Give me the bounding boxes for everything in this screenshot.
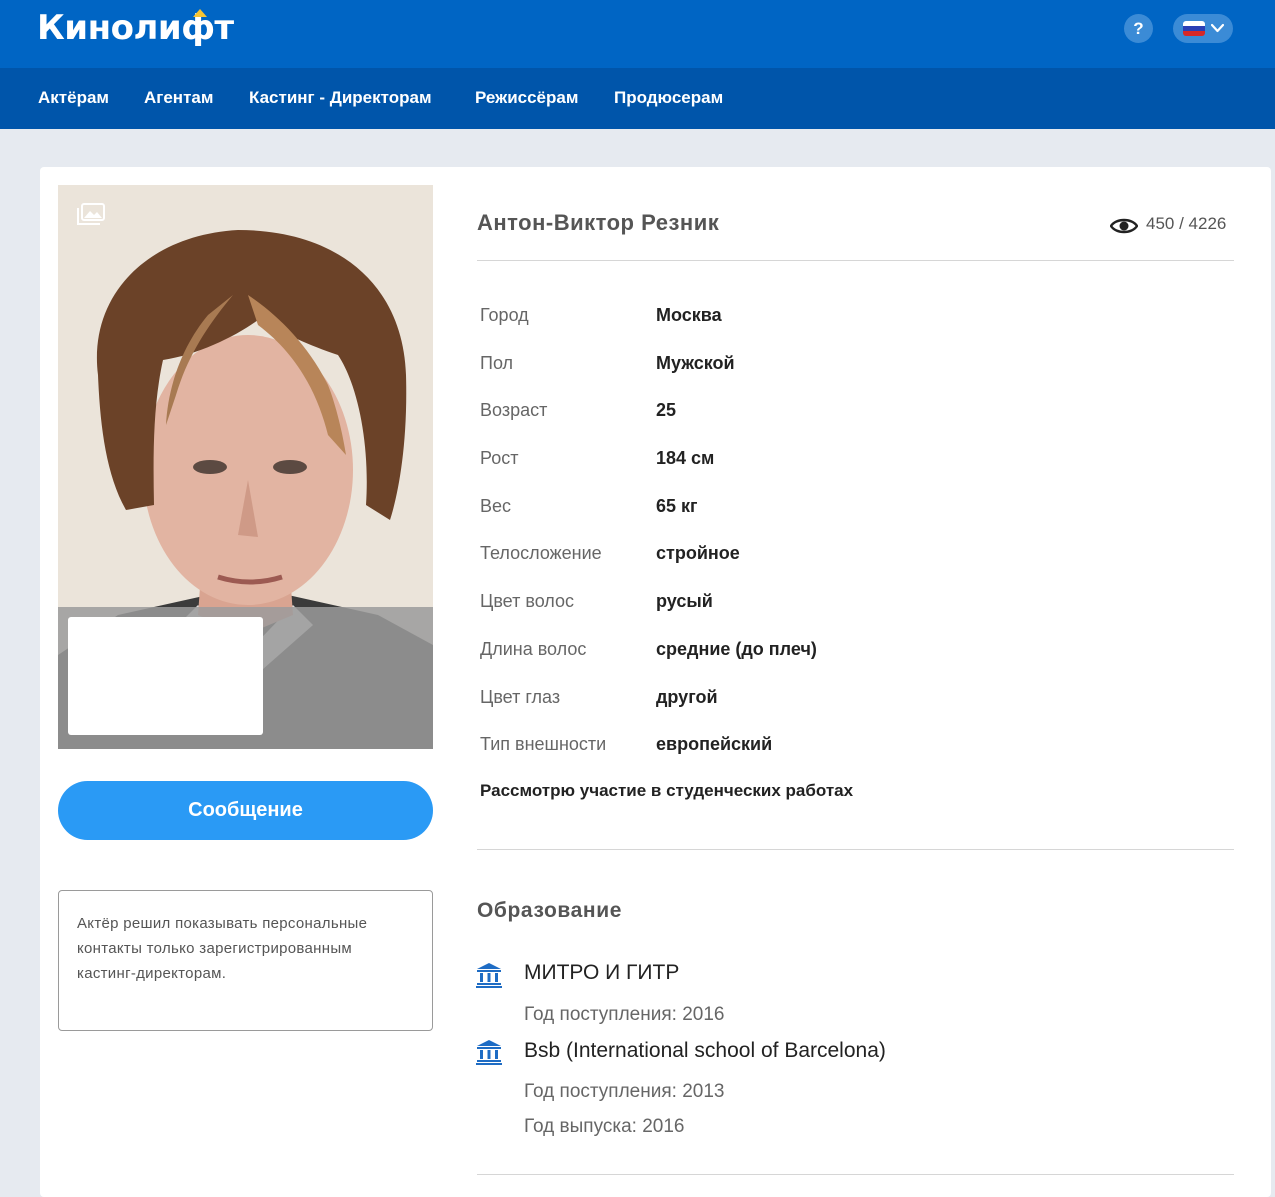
divider [477, 1174, 1234, 1175]
chevron-down-icon [1211, 23, 1224, 33]
logo-accent-icon [193, 9, 207, 17]
message-button[interactable]: Сообщение [58, 781, 433, 840]
photo-placeholder [68, 617, 263, 735]
detail-label: Цвет волос [480, 591, 575, 611]
education-institution: МИТРО И ГИТР [524, 961, 680, 984]
detail-label: Цвет глаз [480, 687, 561, 707]
detail-label: Тип внешности [480, 734, 607, 754]
nav-item-casting-directors[interactable]: Кастинг - Директорам [249, 88, 432, 108]
views-count: 450 / 4226 [1146, 214, 1227, 233]
top-bar: Кинолифт ? [0, 0, 1275, 68]
detail-label: Вес [480, 496, 512, 516]
institution-icon [476, 963, 502, 988]
detail-value: 25 [656, 400, 677, 420]
contacts-notice: Актёр решил показывать персональные конт… [58, 890, 433, 1031]
detail-value: Мужской [656, 353, 735, 373]
detail-value: 184 см [656, 448, 715, 468]
nav-item-agents[interactable]: Агентам [144, 88, 213, 108]
help-button[interactable]: ? [1124, 14, 1153, 43]
detail-label: Город [480, 305, 529, 325]
nav-item-directors[interactable]: Режиссёрам [475, 88, 578, 108]
detail-value: русый [656, 591, 713, 611]
education-admission-year: Год поступления: 2013 [524, 1081, 725, 1102]
divider [477, 849, 1234, 850]
student-work-note: Рассмотрю участие в студенческих работах [480, 781, 854, 800]
main-nav: Актёрам Агентам Кастинг - Директорам Реж… [0, 68, 1275, 129]
nav-item-actors[interactable]: Актёрам [38, 88, 109, 108]
gallery-icon[interactable] [76, 203, 106, 227]
detail-label: Телосложение [480, 543, 602, 563]
actor-name: Антон-Виктор Резник [477, 210, 720, 235]
education-title: Образование [477, 899, 622, 922]
divider [477, 260, 1234, 261]
profile-card: Сообщение Актёр решил показывать персона… [40, 167, 1271, 1197]
detail-value: европейский [656, 734, 773, 754]
education-graduation-year: Год выпуска: 2016 [524, 1116, 685, 1137]
detail-label: Рост [480, 448, 519, 468]
detail-label: Возраст [480, 400, 548, 420]
education-admission-year: Год поступления: 2016 [524, 1004, 725, 1025]
profile-photo[interactable] [58, 185, 433, 749]
nav-item-producers[interactable]: Продюсерам [614, 88, 723, 108]
detail-value: Москва [656, 305, 722, 325]
language-selector[interactable] [1173, 14, 1233, 43]
detail-value: 65 кг [656, 496, 698, 516]
detail-value: средние (до плеч) [656, 639, 817, 659]
views-counter: 450 / 4226 [1110, 214, 1234, 236]
institution-icon [476, 1040, 502, 1065]
education-institution: Bsb (International school of Barcelona) [524, 1039, 886, 1062]
russian-flag-icon [1183, 21, 1205, 36]
detail-value: другой [656, 687, 718, 707]
detail-value: стройное [656, 543, 740, 563]
eye-icon [1110, 218, 1138, 234]
detail-label: Пол [480, 353, 514, 373]
detail-label: Длина волос [480, 639, 587, 659]
